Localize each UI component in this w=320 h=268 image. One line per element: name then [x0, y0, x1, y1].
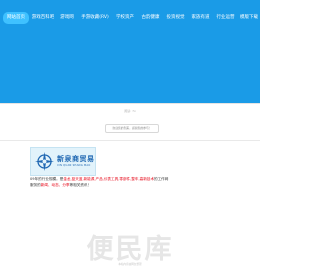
article-line2-prefix: 服务的 [30, 183, 41, 187]
article-body: 09年的行业规模。是金龙,蓝天蓝,新能源,产品,仪表工具,零部件,整车,高新技术… [30, 176, 230, 188]
header-band: 网站首页 游戏百科吧 游戏网 手游收藏(RV) 学校资产 古韵健康 投资视觉 家… [0, 0, 260, 103]
logo-chinese-name: 新泉商贸易 [57, 155, 95, 163]
nav-item-6[interactable]: 古韵健康 [138, 11, 163, 25]
footer-note: 本站内容由网友整理 [118, 263, 142, 266]
logo-mark-icon [35, 152, 54, 171]
keyword-link-2[interactable]: 新闻、动态、分享 [41, 183, 70, 187]
keyword-link-1[interactable]: 金龙,蓝天蓝,新能源,产品,仪表工具,零部件,整车,高新技术 [63, 177, 154, 181]
nav-item-8[interactable]: 家族有道 [188, 11, 213, 25]
nav-item-2[interactable]: 游戏百科吧 [30, 11, 56, 25]
section-divider [0, 140, 260, 141]
nav-item-3[interactable]: 游戏网 [56, 11, 78, 25]
main-nav: 网站首页 游戏百科吧 游戏网 手游收藏(RV) 学校资产 古韵健康 投资视觉 家… [0, 11, 260, 25]
notice-strip: 欢迎您的到来，感谢您的参与！ [105, 124, 159, 133]
nav-item-5[interactable]: 学校资产 [112, 11, 138, 25]
article-prefix: 09年的行业规模。是 [30, 177, 64, 181]
logo-english-name: XIN QUAN SHANG MAO [57, 164, 91, 167]
nav-item-4[interactable]: 手游收藏(RV) [78, 11, 112, 25]
article-mid: 的工作网 [153, 177, 169, 181]
article-suffix: 等相关资讯！ [69, 183, 92, 187]
nav-item-10[interactable]: 模版下载 [238, 11, 260, 25]
site-brand-watermark: 便民库 [86, 234, 174, 265]
article-meta: 阅读: 7x [124, 109, 136, 113]
nav-item-home[interactable]: 网站首页 [3, 12, 29, 24]
nav-item-7[interactable]: 投资视觉 [163, 11, 188, 25]
nav-item-9[interactable]: 行业运营 [213, 11, 238, 25]
company-logo: 新泉商贸易 XIN QUAN SHANG MAO [30, 147, 96, 176]
header-divider [0, 103, 260, 104]
